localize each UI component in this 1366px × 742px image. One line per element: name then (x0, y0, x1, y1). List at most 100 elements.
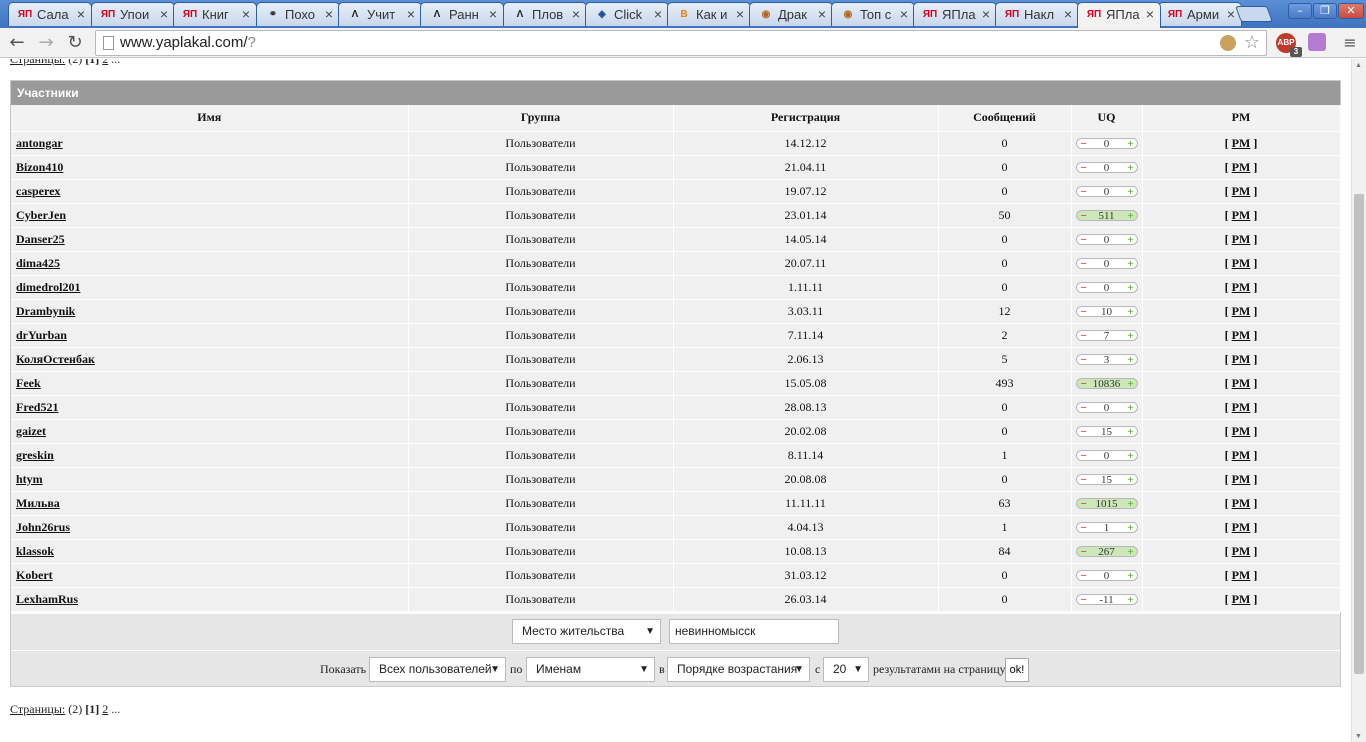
uq-minus-icon[interactable]: − (1081, 499, 1087, 510)
pm-link[interactable]: PM (1232, 136, 1251, 150)
sort-by-select[interactable]: Именам ▼ (526, 657, 655, 682)
vertical-scrollbar[interactable]: ▲ ▼ (1351, 59, 1366, 742)
uq-minus-icon[interactable]: − (1081, 283, 1087, 294)
tab-close-icon[interactable]: × (242, 6, 250, 22)
pm-link[interactable]: PM (1232, 424, 1251, 438)
uq-minus-icon[interactable]: − (1081, 187, 1087, 198)
col-header-posts[interactable]: Сообщений (938, 105, 1072, 132)
scroll-down-icon[interactable]: ▼ (1355, 732, 1362, 740)
pm-link[interactable]: PM (1232, 208, 1251, 222)
minimize-button[interactable]: – (1288, 3, 1312, 19)
pagination-label-link[interactable]: Страницы: (10, 59, 65, 66)
menu-icon[interactable]: ≡ (1340, 33, 1360, 53)
uq-plus-icon[interactable]: + (1127, 379, 1133, 390)
uq-minus-icon[interactable]: − (1081, 235, 1087, 246)
uq-plus-icon[interactable]: + (1127, 187, 1133, 198)
uq-minus-icon[interactable]: − (1081, 355, 1087, 366)
browser-tab[interactable]: Λ Ранн × (420, 2, 504, 26)
browser-tab[interactable]: ЯП Книг × (173, 2, 257, 26)
page-2-link[interactable]: 2 (102, 59, 108, 66)
reload-icon[interactable]: ↻ (64, 32, 86, 54)
member-name-link[interactable]: LexhamRus (16, 592, 78, 606)
uq-plus-icon[interactable]: + (1127, 283, 1133, 294)
col-header-name[interactable]: Имя (11, 105, 409, 132)
browser-tab[interactable]: Λ Учит × (338, 2, 422, 26)
uq-minus-icon[interactable]: − (1081, 259, 1087, 270)
tab-close-icon[interactable]: × (1227, 6, 1235, 22)
tab-close-icon[interactable]: × (489, 6, 497, 22)
uq-plus-icon[interactable]: + (1127, 451, 1133, 462)
pm-link[interactable]: PM (1232, 160, 1251, 174)
member-name-link[interactable]: Fred521 (16, 400, 58, 414)
pm-link[interactable]: PM (1232, 280, 1251, 294)
member-name-link[interactable]: Мильва (16, 496, 60, 510)
browser-tab[interactable]: ◉ Топ с × (831, 2, 915, 26)
show-select[interactable]: Всех пользователей ▼ (369, 657, 506, 682)
uq-minus-icon[interactable]: − (1081, 331, 1087, 342)
uq-plus-icon[interactable]: + (1127, 331, 1133, 342)
member-name-link[interactable]: Kobert (16, 568, 53, 582)
scrollbar-thumb[interactable] (1354, 194, 1364, 674)
browser-tab[interactable]: ЯП Арми × (1158, 2, 1242, 26)
pm-link[interactable]: PM (1232, 256, 1251, 270)
pm-link[interactable]: PM (1232, 568, 1251, 582)
address-bar[interactable]: www.yaplakal.com/? ☆ (95, 30, 1267, 56)
member-name-link[interactable]: dimedrol201 (16, 280, 80, 294)
restore-button[interactable]: ❐ (1313, 3, 1337, 19)
pm-link[interactable]: PM (1232, 520, 1251, 534)
browser-tab[interactable]: ЯП Сала × (8, 2, 92, 26)
uq-minus-icon[interactable]: − (1081, 211, 1087, 222)
uq-minus-icon[interactable]: − (1081, 139, 1087, 150)
uq-minus-icon[interactable]: − (1081, 571, 1087, 582)
uq-plus-icon[interactable]: + (1127, 163, 1133, 174)
search-field-select[interactable]: Место жительства ▼ (512, 619, 661, 644)
uq-minus-icon[interactable]: − (1081, 163, 1087, 174)
browser-tab[interactable]: ЯП Упои × (91, 2, 175, 26)
tab-close-icon[interactable]: × (818, 6, 826, 22)
browser-tab[interactable]: ЯП Накл × (995, 2, 1079, 26)
extension-bag-icon[interactable] (1308, 33, 1326, 51)
tab-close-icon[interactable]: × (1064, 6, 1072, 22)
member-name-link[interactable]: klassok (16, 544, 54, 558)
page-2-link[interactable]: 2 (102, 702, 108, 716)
browser-tab[interactable]: ⚭ Похо × (256, 2, 340, 26)
uq-plus-icon[interactable]: + (1127, 547, 1133, 558)
member-name-link[interactable]: CyberJen (16, 208, 66, 222)
pm-link[interactable]: PM (1232, 400, 1251, 414)
member-name-link[interactable]: Bizon410 (16, 160, 63, 174)
member-name-link[interactable]: greskin (16, 448, 54, 462)
search-value-input[interactable]: невинномысск (669, 619, 839, 644)
member-name-link[interactable]: gaizet (16, 424, 46, 438)
uq-plus-icon[interactable]: + (1127, 571, 1133, 582)
cookie-icon[interactable] (1220, 35, 1236, 51)
member-name-link[interactable]: dima425 (16, 256, 60, 270)
uq-minus-icon[interactable]: − (1081, 547, 1087, 558)
uq-minus-icon[interactable]: − (1081, 451, 1087, 462)
col-header-uq[interactable]: UQ (1071, 105, 1143, 132)
pagination-label-link[interactable]: Страницы: (10, 702, 65, 716)
tab-close-icon[interactable]: × (77, 6, 85, 22)
tab-close-icon[interactable]: × (654, 6, 662, 22)
col-header-group[interactable]: Группа (408, 105, 674, 132)
pm-link[interactable]: PM (1232, 496, 1251, 510)
col-header-registered[interactable]: Регистрация (673, 105, 939, 132)
tab-close-icon[interactable]: × (736, 6, 744, 22)
pm-link[interactable]: PM (1232, 472, 1251, 486)
pm-link[interactable]: PM (1232, 376, 1251, 390)
pm-link[interactable]: PM (1232, 544, 1251, 558)
tab-close-icon[interactable]: × (900, 6, 908, 22)
member-name-link[interactable]: casperex (16, 184, 60, 198)
browser-tab[interactable]: ЯП ЯПла × (1077, 2, 1161, 28)
adblock-icon[interactable]: ABP 3 (1276, 33, 1302, 57)
pm-link[interactable]: PM (1232, 328, 1251, 342)
member-name-link[interactable]: htym (16, 472, 43, 486)
bookmark-star-icon[interactable]: ☆ (1244, 31, 1260, 55)
member-name-link[interactable]: Drambynik (16, 304, 75, 318)
uq-plus-icon[interactable]: + (1127, 595, 1133, 606)
uq-plus-icon[interactable]: + (1127, 403, 1133, 414)
member-name-link[interactable]: Feek (16, 376, 41, 390)
uq-plus-icon[interactable]: + (1127, 355, 1133, 366)
tab-close-icon[interactable]: × (1146, 6, 1154, 22)
uq-minus-icon[interactable]: − (1081, 307, 1087, 318)
tab-close-icon[interactable]: × (572, 6, 580, 22)
